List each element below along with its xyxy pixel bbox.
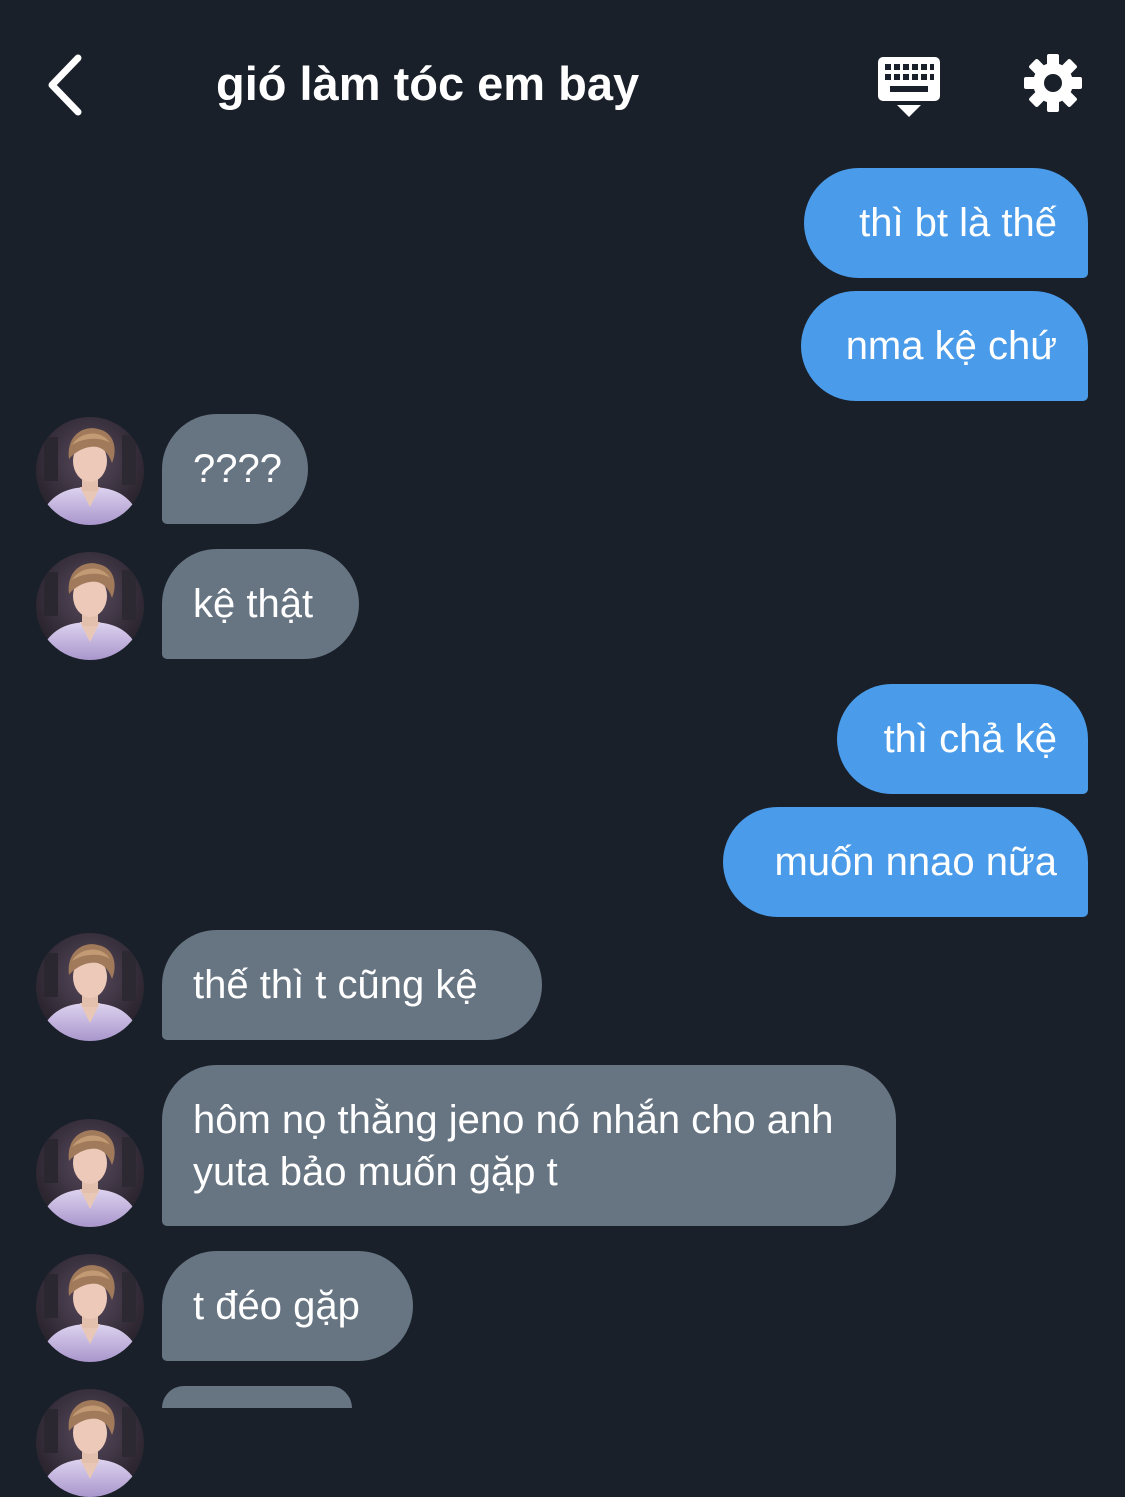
profile-photo <box>36 933 144 1041</box>
avatar[interactable] <box>36 933 144 1041</box>
message-bubble-received[interactable]: thế thì t cũng kệ <box>162 930 542 1040</box>
message-bubble-received[interactable]: hôm nọ thằng jeno nó nhắn cho anh yuta b… <box>162 1065 896 1226</box>
message-bubble-sent[interactable]: muốn nnao nữa <box>723 807 1088 917</box>
message-text: thì bt là thế <box>859 201 1057 245</box>
profile-photo <box>36 552 144 660</box>
settings-button[interactable] <box>1022 52 1084 114</box>
message-text: t đéo gặp <box>193 1284 360 1328</box>
message-text: nma kệ chứ <box>845 324 1057 368</box>
avatar[interactable] <box>36 1119 144 1227</box>
message-bubble-received[interactable]: t đéo gặp <box>162 1251 413 1361</box>
message-bubble-received[interactable]: kệ thật <box>162 549 359 659</box>
avatar[interactable] <box>36 417 144 525</box>
gear-icon <box>1024 54 1082 112</box>
conversation-title: gió làm tóc em bay <box>216 57 640 110</box>
message-bubble-received[interactable]: ???? <box>162 414 308 524</box>
message-bubble-sent[interactable]: thì bt là thế <box>804 168 1088 278</box>
profile-photo <box>36 1119 144 1227</box>
message-text: muốn nnao nữa <box>774 840 1057 884</box>
profile-photo <box>36 1254 144 1362</box>
message-bubble-received[interactable] <box>162 1386 352 1408</box>
profile-photo <box>36 1389 144 1497</box>
avatar[interactable] <box>36 1389 144 1497</box>
message-text: ???? <box>193 447 282 491</box>
message-bubble-sent[interactable]: nma kệ chứ <box>801 291 1088 401</box>
message-text: kệ thật <box>193 582 314 626</box>
keyboard-icon <box>878 57 940 117</box>
chevron-left-icon <box>48 54 82 116</box>
message-text: hôm nọ thằng jeno nó nhắn cho anh yuta b… <box>193 1097 834 1194</box>
message-bubble-sent[interactable]: thì chả kệ <box>837 684 1088 794</box>
back-button[interactable] <box>40 50 100 120</box>
keyboard-button[interactable] <box>876 55 942 119</box>
avatar[interactable] <box>36 1254 144 1362</box>
chat-header: gió làm tóc em bay <box>0 0 1125 160</box>
profile-photo <box>36 417 144 525</box>
avatar[interactable] <box>36 552 144 660</box>
message-text: thì chả kệ <box>883 717 1057 761</box>
message-text: thế thì t cũng kệ <box>193 963 478 1007</box>
